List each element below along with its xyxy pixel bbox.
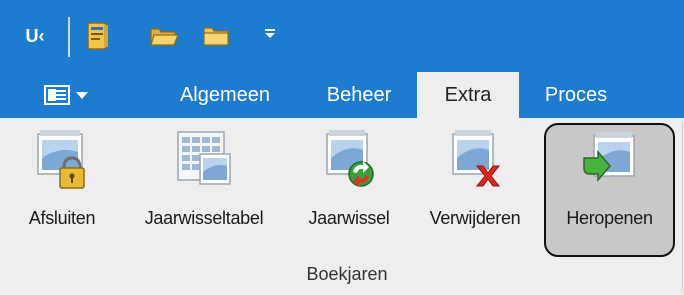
calendar-reopen-icon — [582, 132, 635, 183]
verwijderen-label: Verwijderen — [429, 208, 521, 228]
chevron-down-icon — [76, 91, 88, 99]
calendar-table-icon — [177, 131, 231, 185]
calendar-refresh-icon — [326, 130, 374, 187]
verwijderen-button[interactable]: Verwijderen — [414, 124, 536, 236]
customize-dropdown-icon[interactable] — [262, 26, 278, 42]
jaarwissel-label: Jaarwissel — [308, 208, 390, 228]
jaarwisseltabel-label: Jaarwisseltabel — [144, 208, 264, 228]
calendar-delete-icon — [452, 130, 501, 187]
group-label-boekjaren: Boekjaren — [306, 264, 388, 284]
jaarwisseltabel-button[interactable]: Jaarwisseltabel — [126, 124, 282, 236]
ribbon-tabs: Algemeen Beheer Extra Proces — [0, 72, 684, 119]
heropenen-button[interactable]: Heropenen — [544, 123, 675, 257]
menu-icon — [44, 85, 70, 105]
group-divider — [682, 122, 683, 290]
app-logo: U‹ — [25, 25, 45, 46]
ribbon-panel: Afsluiten Jaarwisseltabel Jaarwissel Ver… — [0, 118, 684, 295]
heropenen-label: Heropenen — [566, 208, 653, 228]
quick-access-toolbar: U‹ — [0, 0, 684, 72]
book-icon[interactable] — [82, 20, 114, 52]
open-folder-icon[interactable] — [148, 20, 180, 52]
application-menu-button[interactable] — [26, 72, 106, 118]
tab-proces[interactable]: Proces — [524, 72, 628, 118]
afsluiten-label: Afsluiten — [28, 208, 96, 228]
afsluiten-button[interactable]: Afsluiten — [4, 124, 120, 236]
folder-icon[interactable] — [200, 20, 232, 52]
tab-beheer[interactable]: Beheer — [308, 72, 410, 118]
toolbar-separator — [68, 17, 70, 57]
jaarwissel-button[interactable]: Jaarwissel — [290, 124, 408, 236]
tab-algemeen[interactable]: Algemeen — [160, 72, 290, 118]
calendar-lock-icon — [37, 130, 85, 189]
tab-extra[interactable]: Extra — [417, 72, 519, 119]
